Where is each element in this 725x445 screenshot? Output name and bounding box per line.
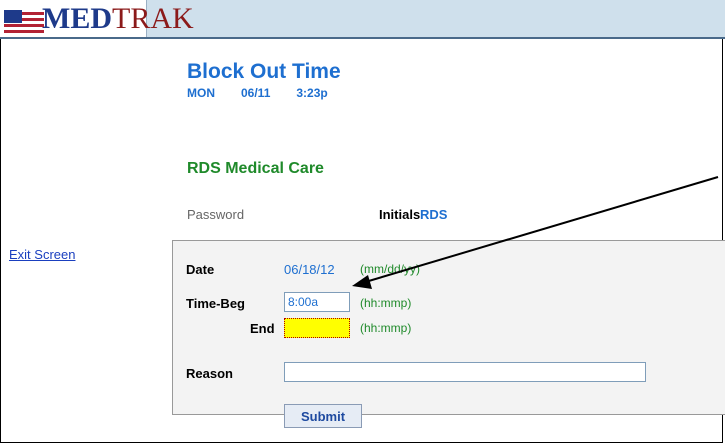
reason-label: Reason (186, 366, 233, 381)
date-label: Date (186, 262, 215, 277)
date-format-hint: (mm/dd/yy) (360, 262, 420, 276)
logo-area: MEDTRAK (0, 0, 194, 37)
exit-screen-link[interactable]: Exit Screen (9, 247, 75, 262)
time-beg-label: Time-Beg (186, 296, 245, 311)
submit-button[interactable]: Submit (284, 404, 362, 428)
banner-divider (0, 37, 725, 39)
time-beg-input[interactable] (284, 292, 350, 312)
flag-icon (4, 10, 44, 34)
reason-input[interactable] (284, 362, 646, 382)
time-beg-format-hint: (hh:mmp) (360, 296, 412, 310)
password-label: Password (187, 207, 245, 222)
initials-value: RDS (420, 207, 448, 222)
day-text: MON (187, 86, 215, 100)
time-text: 3:23p (296, 86, 328, 100)
logo-text: MEDTRAK (42, 2, 194, 35)
date-line: MON 06/11 3:23p (187, 86, 328, 100)
practice-name: RDS Medical Care (187, 160, 324, 177)
initials-label: Initials (379, 207, 421, 222)
date-text: 06/11 (241, 86, 271, 100)
block-out-form: Date 06/18/12 (mm/dd/yy) Time-Beg (hh:mm… (172, 240, 725, 428)
medtrak-logo: MEDTRAK (4, 4, 194, 34)
date-value[interactable]: 06/18/12 (284, 262, 335, 277)
page-title: Block Out Time (187, 60, 341, 83)
end-label: End (250, 321, 275, 336)
end-format-hint: (hh:mmp) (360, 321, 412, 335)
end-time-input[interactable] (284, 318, 350, 338)
